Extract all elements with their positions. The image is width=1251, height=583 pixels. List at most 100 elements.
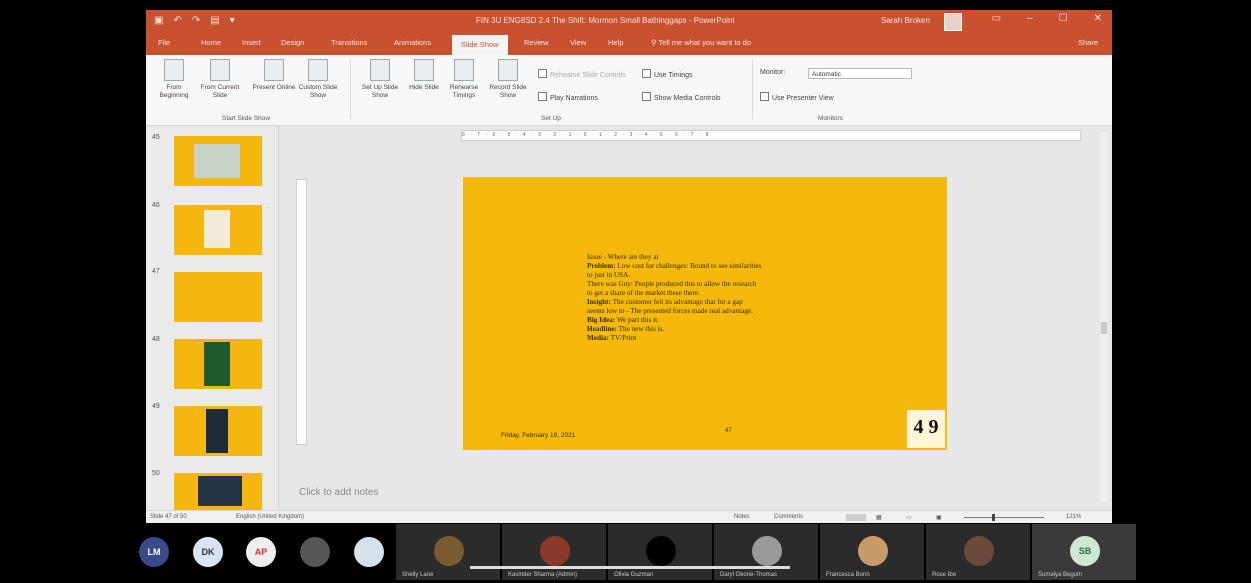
slide-thumbnail[interactable] [174, 473, 262, 510]
button-label: Custom Slide Show [298, 84, 338, 99]
button-label: Hide Slide [409, 84, 439, 91]
normal-view-icon[interactable] [846, 514, 866, 521]
participant-name: Francesca Bonn [826, 572, 870, 578]
participant-avatar[interactable] [354, 537, 384, 567]
checkbox-icon [760, 92, 769, 101]
tab-transitions[interactable]: Transitions [331, 38, 367, 47]
undo-icon[interactable]: ↶ [173, 14, 181, 28]
tab-insert[interactable]: Insert [242, 38, 261, 47]
use-timings-checkbox[interactable]: Use Timings [642, 69, 693, 79]
record-slide-show-button[interactable]: Record Slide Show [486, 59, 530, 100]
tell-me-search[interactable]: ⚲ Tell me what you want to do [651, 38, 751, 47]
rehearse-timings-button[interactable]: Rehearse Timings [442, 59, 486, 100]
checkbox-icon [642, 92, 651, 101]
participant-tile[interactable]: SB Sumaiya Begum [1032, 524, 1136, 580]
tab-home[interactable]: Home [201, 38, 221, 47]
notes-placeholder[interactable]: Click to add notes [299, 487, 379, 498]
participant-avatar[interactable]: AP [246, 537, 276, 567]
slide-line: There was Guy: People produced this to a… [587, 280, 757, 288]
start-group-label: Start Slide Show [222, 115, 271, 122]
slide-date: Friday, February 19, 2021 [501, 432, 576, 439]
tab-review[interactable]: Review [524, 38, 549, 47]
participant-tile[interactable]: Daryl Okorie-Thomas [714, 524, 818, 580]
participant-name: Daryl Okorie-Thomas [720, 572, 778, 578]
slide-sorter-icon[interactable]: ▦ [876, 514, 882, 521]
tab-animations[interactable]: Animations [394, 38, 431, 47]
present-icon[interactable]: ▤ [210, 14, 219, 28]
slide-line: to get a share of the market these there… [587, 289, 700, 297]
set-up-slide-show-button[interactable]: Set Up Slide Show [358, 59, 402, 100]
notes-toggle[interactable]: Notes [734, 514, 750, 520]
participant-tile[interactable]: Francesca Bonn [820, 524, 924, 580]
checkbox-label: Show Media Controls [654, 95, 721, 102]
participant-video [858, 536, 888, 566]
participant-avatar[interactable]: LM [139, 537, 169, 567]
hide-slide-icon [414, 59, 434, 81]
custom-slide-show-button[interactable]: Custom Slide Show [296, 59, 340, 100]
button-label: Set Up Slide Show [361, 84, 399, 99]
screen-share-progress-bar [470, 566, 790, 569]
slide-body-text[interactable]: Issue - Where are they at Problem: Low c… [587, 253, 837, 343]
slide-thumbnail[interactable] [174, 272, 262, 322]
checkbox-icon [642, 69, 651, 78]
participant-tile[interactable]: Kavinder Sharma (Admin) [502, 524, 606, 580]
slide-line: Headline: The new this is. [587, 325, 665, 333]
comments-toggle[interactable]: Comments [774, 514, 803, 520]
participant-name: Kavinder Sharma (Admin) [508, 572, 578, 578]
customize-icon[interactable]: ▾ [230, 14, 235, 28]
monitor-dropdown[interactable]: Automatic [808, 68, 912, 79]
thumbnail-image [204, 342, 230, 386]
tab-help[interactable]: Help [608, 38, 623, 47]
maximize-icon[interactable]: ☐ [1059, 13, 1068, 24]
user-avatar[interactable] [944, 13, 962, 31]
play-narrations-checkbox[interactable]: Play Narrations [538, 92, 598, 102]
zoom-level[interactable]: 121% [1066, 514, 1081, 520]
minimize-icon[interactable]: – [1027, 13, 1033, 24]
close-icon[interactable]: ✕ [1094, 13, 1102, 24]
presenter-view-checkbox[interactable]: Use Presenter View [760, 92, 834, 102]
tab-view[interactable]: View [570, 38, 586, 47]
tab-file[interactable]: File [158, 38, 170, 47]
tab-design[interactable]: Design [281, 38, 304, 47]
present-online-button[interactable]: Present Online [252, 59, 296, 92]
slide-thumbnail[interactable] [174, 406, 262, 456]
current-slide[interactable]: Issue - Where are they at Problem: Low c… [463, 177, 947, 450]
share-button[interactable]: Share [1078, 38, 1098, 47]
slide-thumbnail[interactable] [174, 339, 262, 389]
save-icon[interactable]: ▣ [154, 14, 163, 28]
slide-thumbnail[interactable] [174, 205, 262, 255]
slideshow-view-icon[interactable]: ▣ [936, 514, 942, 521]
participant-avatar[interactable]: DK [193, 537, 223, 567]
slide-line: Issue - Where are they at [587, 253, 659, 261]
show-media-controls-checkbox[interactable]: Show Media Controls [642, 92, 721, 102]
hide-slide-button[interactable]: Hide Slide [402, 59, 446, 92]
zoom-slider[interactable] [964, 514, 1044, 521]
user-name[interactable]: Sarah Broken [881, 16, 930, 25]
participant-tile[interactable]: Rose Ibo [926, 524, 1030, 580]
tab-slide-show[interactable]: Slide Show [452, 35, 508, 55]
setup-icon [370, 59, 390, 81]
slide-thumbnail[interactable] [174, 136, 262, 186]
window-controls: ▭ – ☐ ✕ [992, 13, 1102, 24]
zoom-handle[interactable] [992, 514, 995, 521]
slide-number: 48 [152, 336, 160, 343]
participant-avatar[interactable] [300, 537, 330, 567]
participant-video [434, 536, 464, 566]
custom-show-icon [308, 59, 328, 81]
stopwatch-icon [454, 59, 474, 81]
vertical-scrollbar[interactable] [1100, 132, 1108, 502]
slide-line: seems low to - The presented forces made… [587, 307, 753, 315]
participant-tile[interactable]: Shelly Lane [396, 524, 500, 580]
scroll-thumb[interactable] [1101, 322, 1107, 334]
from-beginning-button[interactable]: From Beginning [152, 59, 196, 100]
ribbon-display-icon[interactable]: ▭ [992, 13, 1001, 24]
from-current-slide-button[interactable]: From Current Slide [198, 59, 242, 100]
participant-tile[interactable]: Olivia Guzman [608, 524, 712, 580]
monitor-value: Automatic [812, 71, 841, 78]
redo-icon[interactable]: ↷ [192, 14, 200, 28]
button-label: Present Online [252, 84, 296, 91]
reading-view-icon[interactable]: ▭ [906, 514, 912, 521]
slide-line: Problem: Low cost for challenges: Bound … [587, 262, 762, 270]
language-status[interactable]: English (United Kingdom) [236, 514, 304, 520]
ribbon-panel: From Beginning From Current Slide Presen… [146, 55, 1112, 126]
